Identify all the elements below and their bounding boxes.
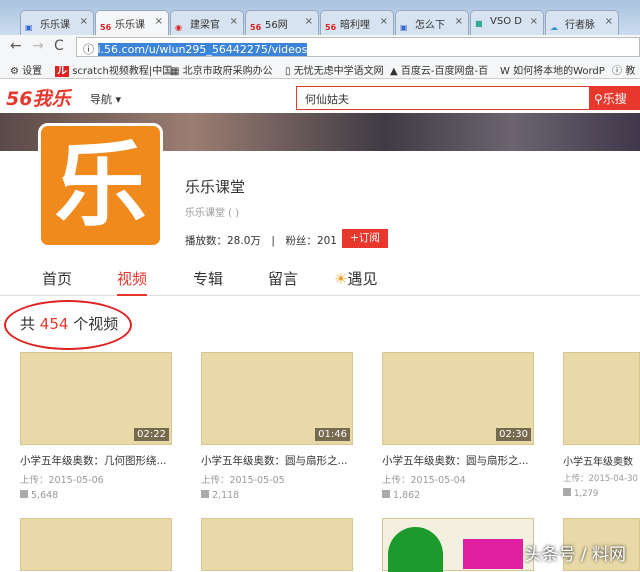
- video-card[interactable]: [201, 518, 353, 571]
- bookmark[interactable]: ▲ 百度云-百度网盘-百: [390, 62, 488, 77]
- bulb-icon: ☀: [334, 270, 348, 288]
- url-input[interactable]: ⓘ i.56.com/u/wlun295_56442275/videos: [76, 37, 640, 57]
- reload-icon[interactable]: C: [54, 38, 64, 54]
- video-duration: 01:46: [315, 428, 350, 441]
- close-icon[interactable]: ×: [605, 16, 613, 27]
- bookmark[interactable]: ▯ 无忧无虑中学语文网: [285, 62, 384, 77]
- video-thumbnail[interactable]: [382, 518, 534, 572]
- channel-name: 乐乐课堂: [185, 178, 246, 196]
- site-icon: ◉: [175, 23, 182, 32]
- cloud-icon: ☁: [550, 23, 558, 32]
- bookmark[interactable]: ⓘ 教: [612, 62, 635, 77]
- annotation-circle: [4, 300, 132, 350]
- channel-avatar: 乐: [38, 123, 163, 248]
- video-thumbnail[interactable]: 02:30: [382, 352, 534, 445]
- browser-tab[interactable]: ☁ 行者脉 ×: [545, 10, 619, 35]
- video-card[interactable]: [20, 518, 172, 571]
- video-duration: 02:22: [134, 428, 169, 441]
- tab-home[interactable]: 首页: [42, 268, 72, 289]
- back-icon[interactable]: ←: [10, 38, 22, 54]
- video-title[interactable]: 小学五年级奥数：几何图形绕...: [20, 453, 172, 468]
- tab-albums[interactable]: 专辑: [193, 268, 223, 289]
- close-icon[interactable]: ×: [530, 16, 538, 27]
- 56-icon: 56: [100, 23, 112, 32]
- search-button[interactable]: ⚲乐搜: [590, 86, 640, 110]
- close-icon[interactable]: ×: [155, 16, 163, 27]
- paw-icon: ▣: [25, 23, 33, 32]
- browser-tab[interactable]: 56 暗利哩 ×: [320, 10, 394, 35]
- views-icon: [563, 488, 571, 496]
- forward-icon[interactable]: →: [32, 38, 44, 54]
- browser-tab[interactable]: ■ VSO D ×: [470, 10, 544, 35]
- video-card[interactable]: [382, 518, 534, 572]
- video-thumbnail[interactable]: [20, 518, 172, 571]
- address-bar-row: ← → C ⓘ i.56.com/u/wlun295_56442275/vide…: [0, 35, 640, 59]
- close-icon[interactable]: ×: [305, 16, 313, 27]
- video-thumbnail[interactable]: 02:22: [20, 352, 172, 445]
- browser-tab-strip: ▣ 乐乐课 × 56 乐乐课 × ◉ 建梁官 × 56 56网 × 56 暗利哩 × ▣ 怎么下 × ■…: [0, 0, 640, 36]
- browser-tab[interactable]: ▣ 乐乐课 ×: [20, 10, 94, 35]
- bookmark[interactable]: ▦ 北京市政府采购办公: [170, 62, 273, 77]
- views-icon: [382, 490, 390, 498]
- bookmark[interactable]: W 如何将本地的WordP: [500, 62, 605, 77]
- video-thumbnail[interactable]: 01:46: [201, 352, 353, 445]
- search-icon: ⚲: [594, 92, 603, 106]
- bookmark[interactable]: ル scratch视频教程|中国: [55, 62, 172, 77]
- close-icon[interactable]: ×: [380, 16, 388, 27]
- video-views: 2,118: [201, 490, 353, 501]
- browser-tab[interactable]: 56 56网 ×: [245, 10, 319, 35]
- channel-tabs: 首页 视频 专辑 留言 ☀遇见: [0, 268, 640, 296]
- site-icon: ■: [475, 19, 483, 28]
- close-icon[interactable]: ×: [230, 16, 238, 27]
- video-date: 上传：2015-04-30: [563, 474, 638, 484]
- 56-icon: 56: [325, 23, 337, 32]
- video-date: 上传：2015-05-05: [201, 475, 285, 486]
- video-card[interactable]: 02:22 小学五年级奥数：几何图形绕... 上传：2015-05-06 5,648: [20, 352, 172, 501]
- tab-videos[interactable]: 视频: [117, 268, 148, 296]
- info-icon: ⓘ: [83, 43, 98, 56]
- close-icon[interactable]: ×: [80, 16, 88, 27]
- 56-icon: 56: [250, 23, 262, 32]
- channel-stats: 播放数：28.0万 | 粉丝：201: [185, 235, 337, 247]
- video-views: 5,648: [20, 490, 172, 501]
- video-card[interactable]: 小学五年级奥数上传：2015-04-30 1,279: [563, 352, 640, 499]
- browser-tab[interactable]: ▣ 怎么下 ×: [395, 10, 469, 35]
- views-icon: [20, 490, 28, 498]
- watermark: 头条号 / 料网: [524, 545, 626, 565]
- video-title[interactable]: 小学五年级奥数: [563, 453, 640, 468]
- tab-messages[interactable]: 留言: [268, 268, 298, 289]
- close-icon[interactable]: ×: [455, 16, 463, 27]
- search-input[interactable]: 何仙姑夫: [296, 86, 590, 110]
- video-duration: 02:30: [496, 428, 531, 441]
- video-card[interactable]: 01:46 小学五年级奥数：圆与扇形之... 上传：2015-05-05 2,118: [201, 352, 353, 501]
- video-title[interactable]: 小学五年级奥数：圆与扇形之...: [201, 453, 353, 468]
- video-views: 1,862: [382, 490, 534, 501]
- paw-icon: ▣: [400, 23, 408, 32]
- views-icon: [201, 490, 209, 498]
- subscribe-button[interactable]: +订阅: [342, 229, 388, 248]
- video-thumbnail[interactable]: [563, 352, 640, 445]
- bookmarks-bar: ⚙ 设置 ル scratch视频教程|中国 ▦ 北京市政府采购办公 ▯ 无忧无虑…: [0, 59, 640, 79]
- channel-subtitle: 乐乐课堂 ( ): [185, 208, 240, 219]
- site-header: 56我乐 导航 ▾ 何仙姑夫 ⚲乐搜: [0, 79, 640, 113]
- browser-tab[interactable]: ◉ 建梁官 ×: [170, 10, 244, 35]
- browser-tab-active[interactable]: 56 乐乐课 ×: [95, 10, 169, 36]
- video-thumbnail[interactable]: [201, 518, 353, 571]
- nav-menu[interactable]: 导航 ▾: [90, 91, 121, 107]
- bookmark[interactable]: ⚙ 设置: [10, 62, 42, 77]
- tab-meet[interactable]: ☀遇见: [334, 268, 377, 289]
- video-date: 上传：2015-05-04: [382, 475, 466, 486]
- video-date: 上传：2015-05-06: [20, 475, 104, 486]
- video-card[interactable]: 02:30 小学五年级奥数：圆与扇形之... 上传：2015-05-04 1,862: [382, 352, 534, 501]
- site-logo[interactable]: 56我乐: [6, 84, 70, 111]
- video-title[interactable]: 小学五年级奥数：圆与扇形之...: [382, 453, 534, 468]
- video-views: 1,279: [563, 488, 640, 499]
